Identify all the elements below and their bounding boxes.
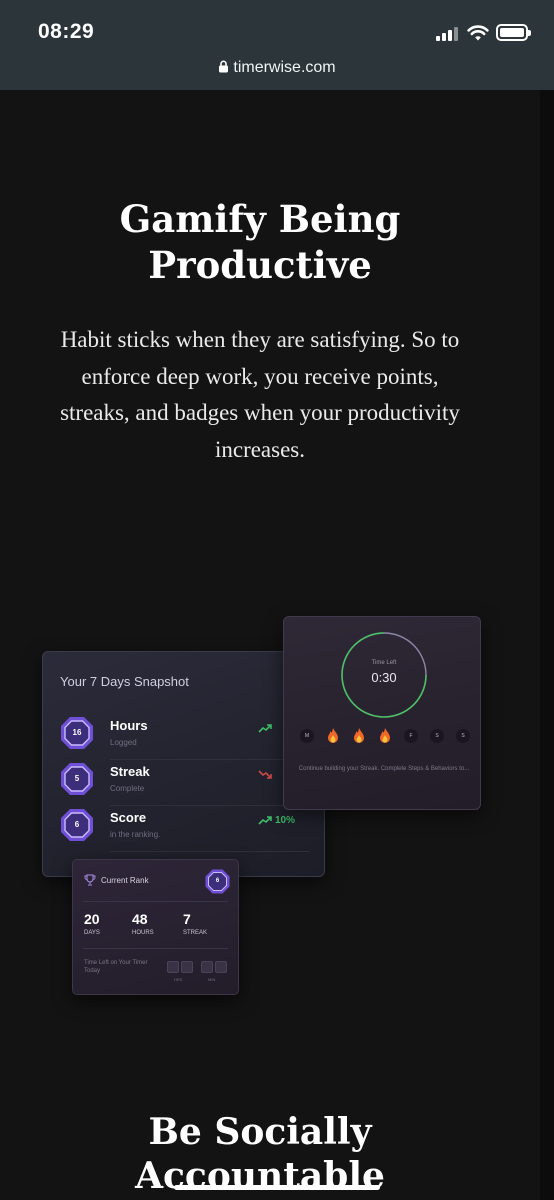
stat-label: STREAK (183, 930, 208, 936)
signal-icon (436, 27, 458, 41)
snapshot-title: Your 7 Days Snapshot (60, 674, 189, 689)
stat-label: HOURS (132, 930, 154, 936)
trend-indicator (258, 723, 272, 737)
hero-body: Habit sticks when they are satisfying. S… (60, 327, 460, 462)
home-indicator[interactable] (174, 1185, 380, 1190)
day-sat: S (430, 729, 444, 743)
trend-down-icon (258, 770, 272, 779)
time-left-label: Time Left (371, 660, 397, 666)
trophy-icon (84, 874, 96, 886)
stat-hours: 48 HOURS (132, 911, 154, 936)
rank-badge-number: 6 (215, 878, 220, 884)
row-label: Hours (110, 718, 148, 733)
fire-icon (328, 728, 338, 743)
fire-icon (354, 728, 364, 743)
countdown-digit (215, 961, 227, 973)
snapshot-row-streak: 5 Streak Complete (60, 760, 310, 806)
status-time: 08:29 (38, 20, 95, 43)
row-label: Streak (110, 764, 150, 779)
row-sublabel: Logged (110, 738, 137, 747)
row-sublabel: Complete (110, 784, 145, 793)
streak-days: M F S S (298, 728, 470, 747)
trend-indicator: 10% (258, 815, 295, 829)
time-left-value: 0:30 (371, 670, 397, 685)
browser-top-bar: 08:29 timerwise.com (0, 0, 554, 90)
stat-days: 20 DAYS (84, 911, 100, 936)
wifi-icon (467, 25, 489, 41)
lock-icon (219, 60, 229, 73)
digit-label-hrs: HRS (174, 977, 183, 982)
countdown-digit (181, 961, 193, 973)
day-mon: M (300, 729, 314, 743)
badge-number: 16 (72, 728, 82, 737)
row-label: Score (110, 810, 147, 825)
address-bar[interactable]: timerwise.com (0, 59, 554, 77)
row-sublabel: in the ranking. (110, 830, 161, 839)
page-edge-strip (540, 90, 554, 1200)
digit-label-min: MIN (208, 977, 216, 982)
rank-card: Current Rank 6 20 DAYS 48 HOURS 7 STREAK… (72, 859, 239, 995)
stat-streak: 7 STREAK (183, 911, 207, 936)
stat-value: 20 (84, 911, 100, 927)
stat-value: 7 (183, 911, 191, 927)
trend-up-icon (258, 724, 272, 733)
time-left-today: Time Left on Your Timer Today (84, 960, 148, 974)
snapshot-row-score: 6 Score in the ranking. 10% (60, 806, 310, 852)
continue-text: Continue building your Streak. Complete … (298, 766, 470, 772)
fire-icon (380, 728, 390, 743)
rank-title: Current Rank (101, 876, 149, 885)
snapshot-row-hours: 16 Hours Logged (60, 714, 310, 760)
stat-value: 48 (132, 911, 148, 927)
trend-indicator (258, 769, 272, 783)
trend-up-icon (258, 816, 272, 825)
countdown-digit (201, 961, 213, 973)
hero-title: Gamify Being Productive (119, 197, 401, 287)
trend-percent: 10% (275, 815, 296, 826)
badge-number: 6 (74, 820, 80, 829)
timer-card: Time Left 0:30 M F S S Continue building… (283, 616, 481, 810)
stat-label: DAYS (84, 930, 100, 936)
countdown-digit (167, 961, 179, 973)
day-sun: S (456, 729, 470, 743)
badge-number: 5 (74, 774, 80, 783)
day-fri: F (404, 729, 418, 743)
url-text: timerwise.com (233, 59, 336, 76)
battery-icon (496, 24, 531, 41)
